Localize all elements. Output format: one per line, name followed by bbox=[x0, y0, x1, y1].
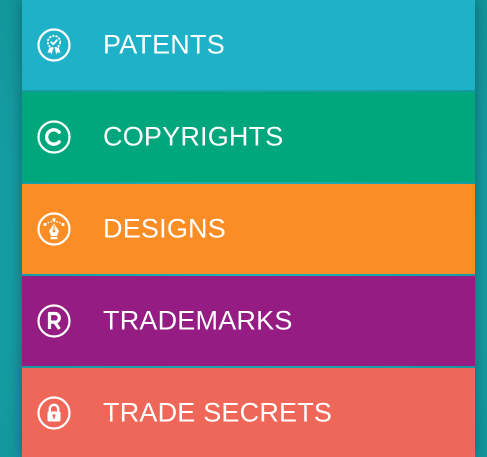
copyright-icon bbox=[37, 120, 71, 154]
menu-item-label: COPYRIGHTS bbox=[103, 121, 284, 152]
menu-item-label: TRADE SECRETS bbox=[103, 397, 333, 427]
menu-item-label: PATENTS bbox=[103, 29, 225, 60]
menu-item-label: TRADEMARKS bbox=[103, 305, 293, 336]
lock-icon bbox=[37, 395, 71, 430]
ribbon-award-icon bbox=[37, 28, 71, 62]
ip-category-menu: PATENTS COPYRIGHTS DESIGNS TRADEMARKS TR… bbox=[22, 0, 475, 457]
menu-item-designs[interactable]: DESIGNS bbox=[22, 184, 475, 274]
menu-item-label: DESIGNS bbox=[103, 213, 226, 244]
menu-item-patents[interactable]: PATENTS bbox=[22, 0, 475, 90]
menu-item-copyrights[interactable]: COPYRIGHTS bbox=[22, 92, 475, 182]
menu-item-trade-secrets[interactable]: TRADE SECRETS bbox=[22, 368, 475, 457]
registered-icon bbox=[37, 304, 71, 338]
menu-item-trademarks[interactable]: TRADEMARKS bbox=[22, 276, 475, 366]
pen-tool-icon bbox=[37, 212, 71, 246]
